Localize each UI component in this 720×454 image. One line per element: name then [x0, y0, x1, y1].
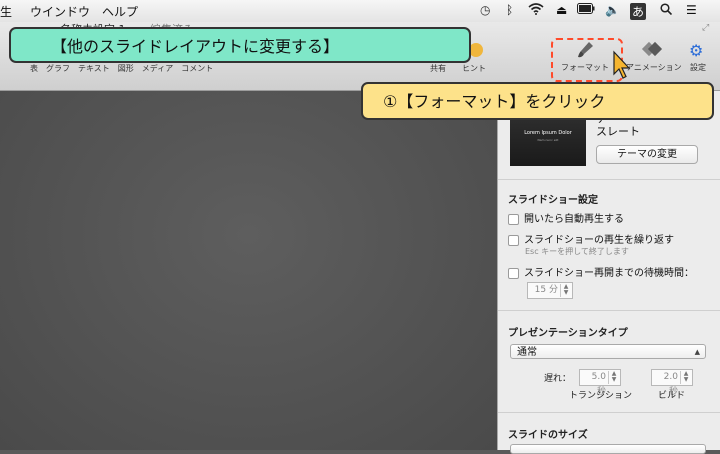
- eject-icon[interactable]: ⏏: [556, 3, 567, 17]
- gear-icon[interactable]: ⚙: [689, 41, 703, 60]
- search-icon[interactable]: [660, 3, 673, 18]
- build-delay-stepper[interactable]: 2.0 秒 ▲ ▼: [651, 369, 693, 397]
- loop-label: スライドショーの再生を繰り返す: [524, 235, 674, 246]
- idle-restart-option[interactable]: スライドショー再開までの待機時間：: [508, 264, 694, 279]
- loop-checkbox[interactable]: [508, 234, 519, 246]
- autoplay-checkbox[interactable]: [508, 213, 519, 225]
- presentation-type-value: 通常: [517, 347, 537, 358]
- menu-item-partial[interactable]: 生: [0, 3, 12, 20]
- input-method-icon[interactable]: あ: [630, 3, 647, 20]
- delay-label: 遅れ：: [544, 374, 572, 384]
- stepper-arrows-icon[interactable]: ▲ ▼: [680, 371, 691, 384]
- tutorial-callout-top: 【他のスライドレイアウトに変更する】: [9, 27, 471, 63]
- autoplay-label: 開いたら自動再生する: [524, 214, 624, 225]
- menu-item-help[interactable]: ヘルプ: [102, 3, 138, 20]
- theme-name: スレート: [596, 125, 640, 138]
- idle-restart-label: スライドショー再開までの待機時間：: [524, 268, 694, 279]
- pointer-cursor-icon: [612, 50, 632, 84]
- animate-icon[interactable]: [640, 41, 664, 63]
- volume-icon[interactable]: 🔈: [605, 3, 620, 17]
- transition-label: トランジション: [569, 391, 633, 401]
- autoplay-option[interactable]: 開いたら自動再生する: [508, 210, 624, 225]
- divider: [498, 310, 720, 311]
- idle-minutes-stepper[interactable]: 15 分 ▲ ▼: [527, 282, 573, 299]
- fullscreen-icon[interactable]: ⤢: [702, 23, 709, 33]
- select-arrows-icon: ▲: [694, 348, 700, 356]
- build-label: ビルド: [658, 391, 686, 401]
- loop-option[interactable]: スライドショーの再生を繰り返す: [508, 231, 674, 246]
- menu-item-window[interactable]: ウインドウ: [30, 3, 90, 20]
- toolbar-setup-label[interactable]: 設定: [690, 62, 706, 73]
- stepper-arrows-icon[interactable]: ▲ ▼: [560, 284, 571, 297]
- slideshow-section-title: スライドショー設定: [508, 195, 598, 206]
- tutorial-callout-step1: ①【フォーマット】をクリック: [361, 82, 714, 120]
- slide-canvas[interactable]: [0, 91, 497, 450]
- presentation-type-select[interactable]: 通常 ▲: [510, 344, 706, 359]
- menu-bar: 生 ウインドウ ヘルプ ◷ ᛒ ⏏ 🔈 あ ☰: [0, 0, 720, 23]
- list-icon[interactable]: ☰: [686, 3, 697, 17]
- bluetooth-icon[interactable]: ᛒ: [506, 3, 513, 17]
- transition-delay-stepper[interactable]: 5.0 秒 ▲ ▼: [579, 369, 621, 397]
- toolbar-animate-label[interactable]: アニメーション: [626, 62, 682, 73]
- stepper-arrows-icon[interactable]: ▲ ▼: [608, 371, 619, 384]
- wifi-icon[interactable]: [528, 3, 544, 18]
- thumb-subtitle: Nam nunc elit: [537, 138, 559, 142]
- esc-hint: Esc キーを押して終了します: [525, 247, 629, 256]
- change-theme-button[interactable]: テーマの変更: [596, 145, 698, 164]
- idle-restart-checkbox[interactable]: [508, 267, 519, 279]
- divider: [498, 179, 720, 180]
- divider: [498, 412, 720, 413]
- theme-thumbnail: Lorem Ipsum Dolor Nam nunc elit: [510, 116, 586, 166]
- idle-minutes-value: 15 分: [534, 285, 558, 295]
- slide-size-section-title: スライドのサイズ: [508, 430, 588, 441]
- thumb-title: Lorem Ipsum Dolor: [524, 130, 572, 136]
- toolbar-share-label[interactable]: 共有: [430, 63, 446, 74]
- history-icon[interactable]: ◷: [480, 3, 490, 17]
- slide-size-select[interactable]: [510, 444, 706, 454]
- tips-icon[interactable]: [469, 43, 483, 57]
- presentation-type-section-title: プレゼンテーションタイプ: [508, 328, 628, 339]
- battery-icon[interactable]: [577, 3, 595, 17]
- toolbar-tips-label[interactable]: ヒント: [462, 63, 486, 74]
- format-inspector: Lorem Ipsum Dolor Nam nunc elit テ スレート テ…: [497, 91, 720, 454]
